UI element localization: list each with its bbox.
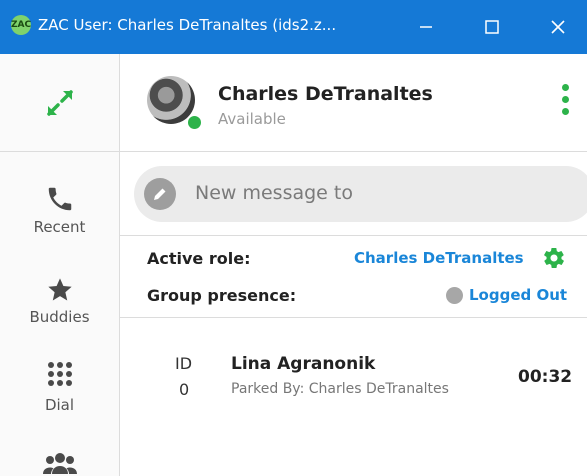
more-vert-icon-dot	[561, 96, 569, 103]
minimize-button[interactable]	[398, 0, 454, 54]
dialpad-icon	[47, 362, 72, 386]
profile-name: Charles DeTranaltes	[218, 83, 433, 105]
sidebar-item-recent[interactable]: Recent	[0, 184, 119, 236]
group-presence-link[interactable]: Logged Out	[469, 286, 567, 304]
sidebar-item-label: Recent	[33, 218, 86, 236]
role-panel: Active role: Charles DeTranaltes Group p…	[120, 236, 587, 318]
sidebar: Recent Buddies Dial	[0, 54, 120, 476]
more-options-button[interactable]	[560, 84, 570, 124]
close-button[interactable]	[530, 0, 586, 54]
sidebar-item-groups[interactable]	[0, 452, 119, 474]
presence-status-dot	[446, 287, 463, 304]
pencil-icon	[144, 178, 176, 210]
parked-by-text: Parked By: Charles DeTranaltes	[231, 381, 449, 397]
close-icon	[551, 20, 565, 34]
group-presence-label: Group presence:	[147, 286, 297, 305]
presence-indicator	[186, 114, 203, 131]
message-area: New message to	[120, 152, 587, 236]
title-bar: ZAC ZAC User: Charles DeTranaltes (ids2.…	[0, 0, 587, 54]
sidebar-item-label: Dial	[44, 396, 75, 414]
expand-icon	[46, 89, 73, 116]
star-icon	[47, 278, 72, 301]
sidebar-item-buddies[interactable]: Buddies	[0, 276, 119, 326]
new-message-input[interactable]: New message to	[134, 166, 587, 222]
parked-call-list: ID 0 Lina Agranonik Parked By: Charles D…	[120, 318, 587, 476]
profile-header: Charles DeTranaltes Available	[120, 54, 587, 152]
active-role-link[interactable]: Charles DeTranaltes	[354, 249, 524, 267]
app-logo: ZAC	[11, 15, 31, 35]
phone-icon	[48, 187, 71, 211]
more-vert-icon-dot	[561, 108, 569, 115]
expand-button[interactable]	[0, 54, 119, 152]
call-id-label: ID	[175, 354, 193, 373]
maximize-button[interactable]	[464, 0, 520, 54]
gear-icon[interactable]	[542, 246, 566, 270]
profile-status: Available	[218, 110, 286, 128]
group-icon	[42, 453, 77, 474]
new-message-placeholder: New message to	[195, 182, 353, 204]
sidebar-item-label: Buddies	[29, 308, 90, 326]
minimize-icon	[420, 26, 432, 28]
caller-name: Lina Agranonik	[231, 354, 376, 374]
more-vert-icon	[561, 84, 569, 91]
call-timer: 00:32	[518, 367, 573, 387]
call-id-value: 0	[179, 380, 190, 399]
active-role-label: Active role:	[147, 249, 251, 268]
maximize-icon	[485, 20, 499, 34]
sidebar-item-dial[interactable]: Dial	[0, 360, 119, 414]
window-title: ZAC User: Charles DeTranaltes (ids2.z...	[38, 16, 337, 34]
